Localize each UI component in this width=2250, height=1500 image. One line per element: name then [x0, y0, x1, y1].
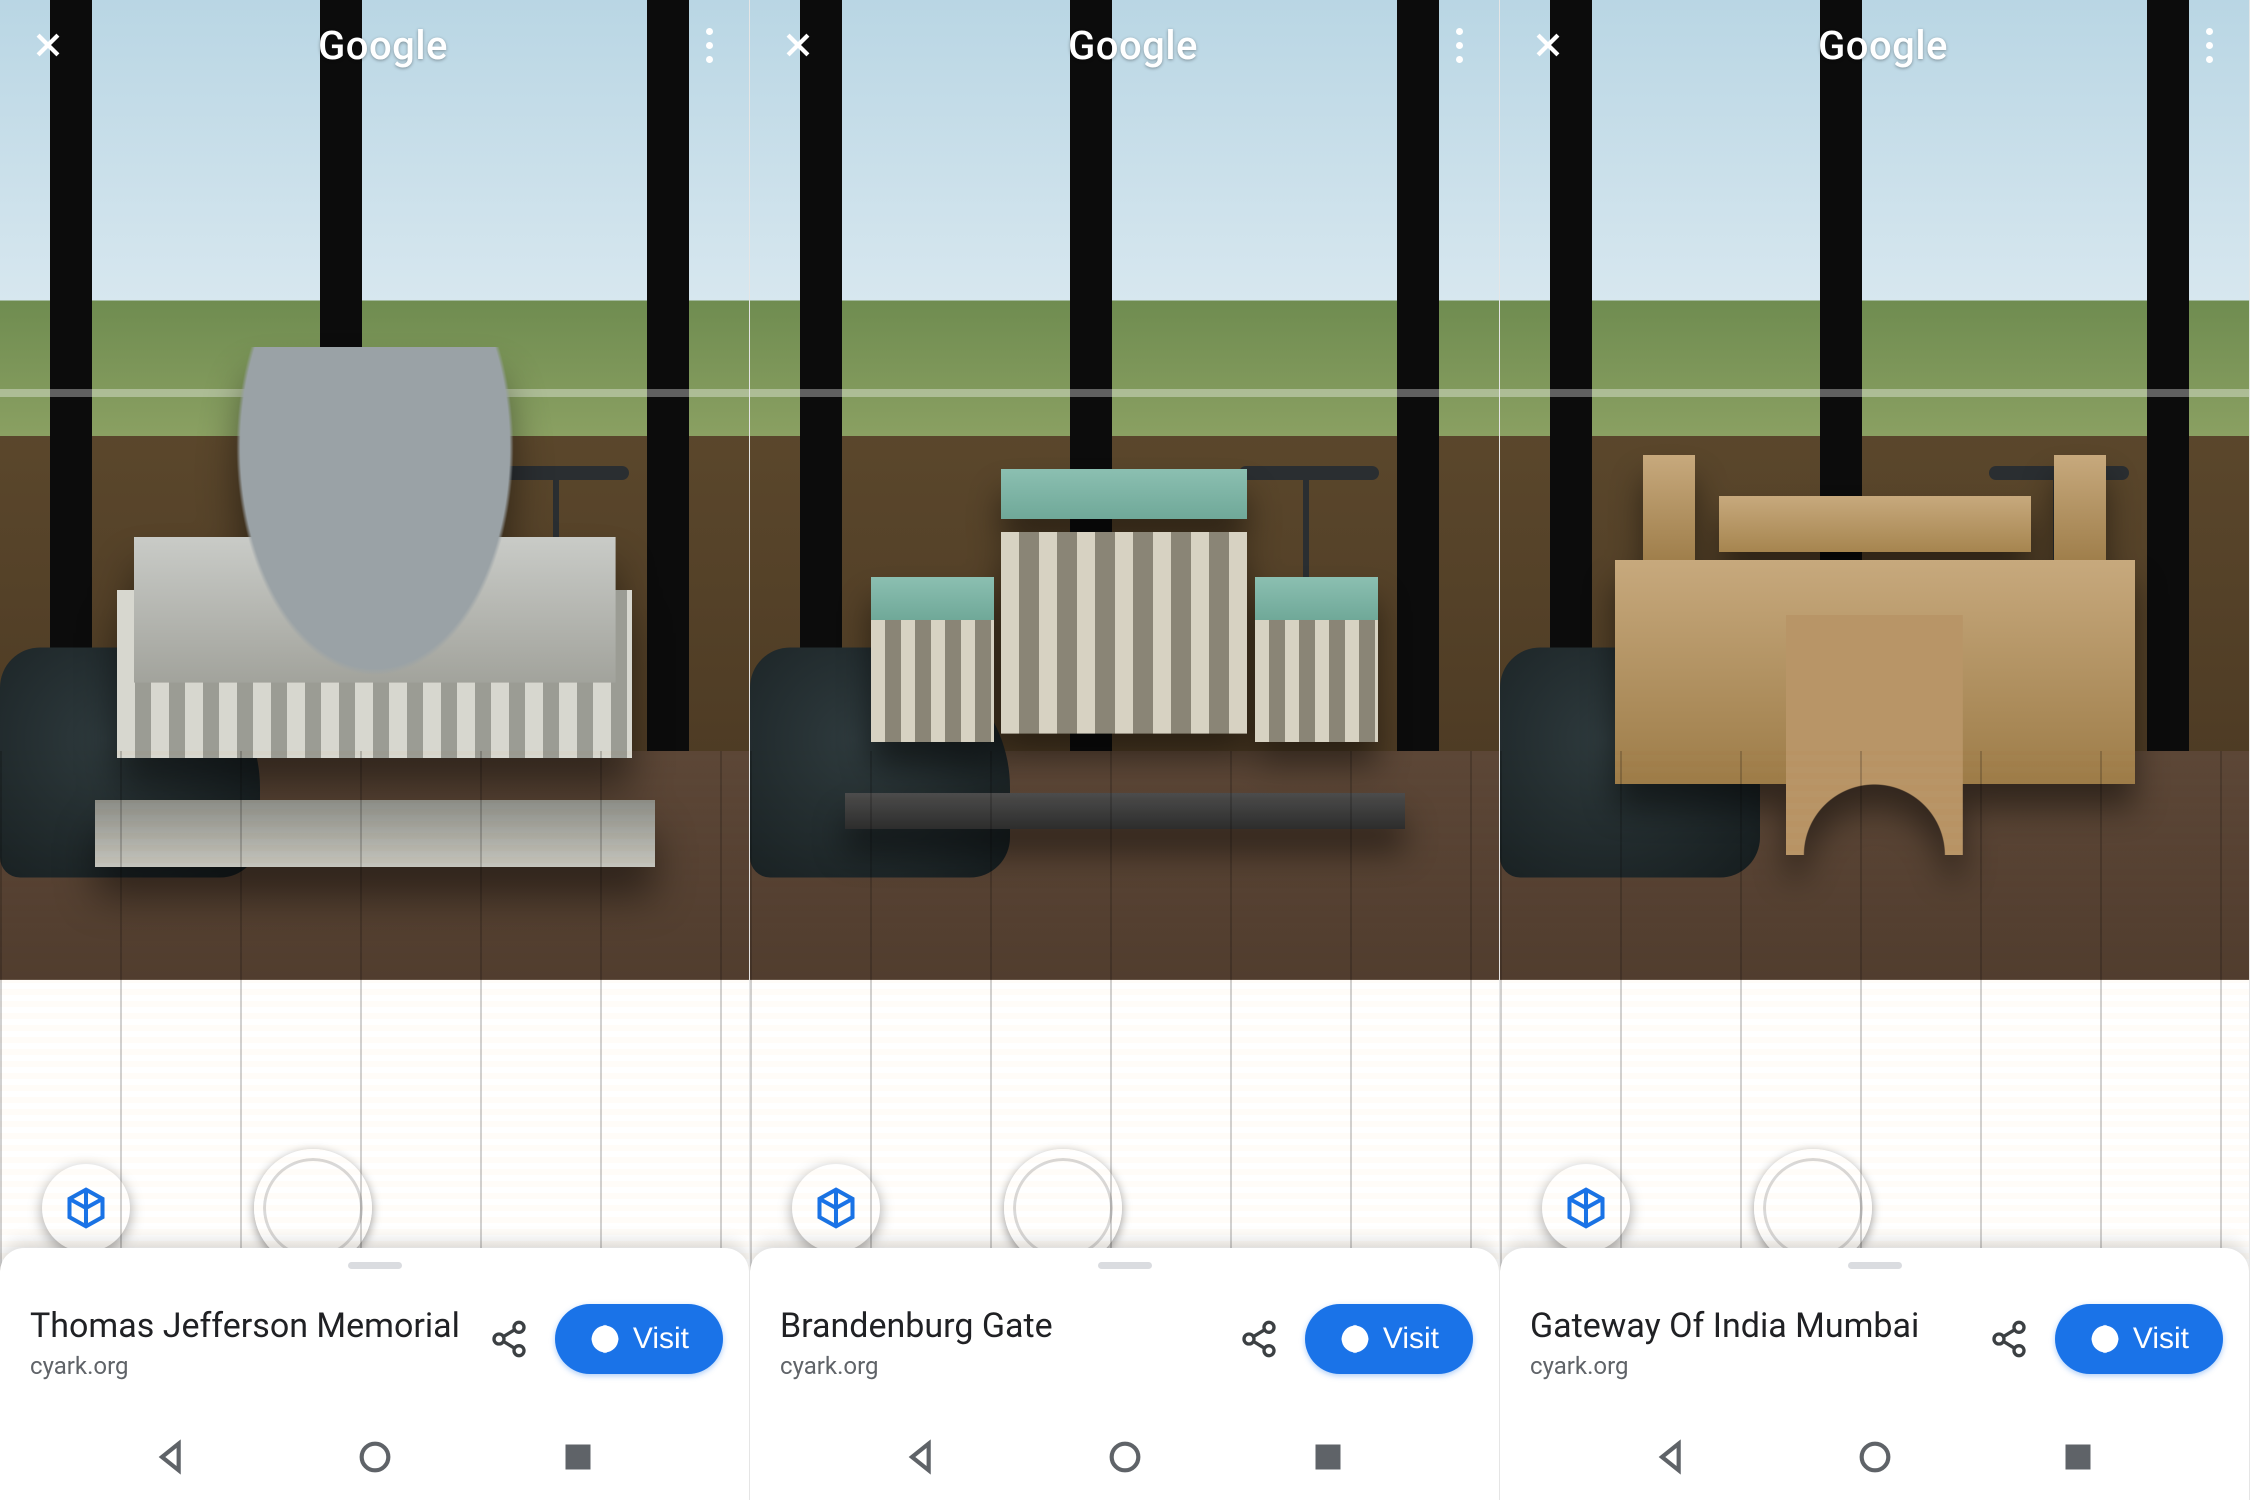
- sheet-drag-handle[interactable]: [1098, 1262, 1152, 1269]
- info-sheet[interactable]: Gateway Of India Mumbai cyark.org Visit: [1500, 1248, 2249, 1418]
- close-icon: [1531, 28, 1565, 62]
- cube-3d-icon: [64, 1186, 108, 1230]
- ar-camera-viewport[interactable]: Google: [0, 0, 749, 1295]
- nav-recent-icon: [2058, 1437, 2098, 1477]
- brand-logo: Google: [1068, 22, 1198, 69]
- share-button[interactable]: [477, 1307, 541, 1371]
- ar-camera-viewport[interactable]: Google: [750, 0, 1499, 1295]
- nav-back-icon: [902, 1437, 942, 1477]
- nav-back-icon: [1652, 1437, 1692, 1477]
- overflow-menu-icon: [2206, 28, 2213, 35]
- ar-screen: Google Thomas Jefferson Memorial cyark.o…: [0, 0, 750, 1500]
- android-nav-bar: [750, 1418, 1499, 1500]
- nav-home-icon: [1855, 1437, 1895, 1477]
- visit-button-label: Visit: [633, 1322, 689, 1356]
- ar-screen: Google Brandenburg Gate cyark.org: [750, 0, 1500, 1500]
- nav-home-icon: [1105, 1437, 1145, 1477]
- ar-screen: Google Gateway Of India Mumbai cyark.org: [1500, 0, 2250, 1500]
- share-icon: [1239, 1319, 1279, 1359]
- nav-recent-icon: [558, 1437, 598, 1477]
- nav-back-icon: [152, 1437, 192, 1477]
- nav-home-button[interactable]: [355, 1437, 395, 1481]
- visit-button[interactable]: Visit: [555, 1304, 723, 1374]
- overflow-menu-button[interactable]: [2198, 20, 2221, 71]
- overflow-menu-button[interactable]: [698, 20, 721, 71]
- overflow-menu-button[interactable]: [1448, 20, 1471, 71]
- share-button[interactable]: [1977, 1307, 2041, 1371]
- nav-recent-button[interactable]: [1308, 1437, 1348, 1481]
- close-button[interactable]: [778, 25, 818, 65]
- nav-home-button[interactable]: [1855, 1437, 1895, 1481]
- sheet-drag-handle[interactable]: [1848, 1262, 1902, 1269]
- cube-3d-icon: [814, 1186, 858, 1230]
- info-sheet[interactable]: Brandenburg Gate cyark.org Visit: [750, 1248, 1499, 1418]
- brand-logo: Google: [1818, 22, 1948, 69]
- overflow-menu-icon: [706, 28, 713, 35]
- close-button[interactable]: [28, 25, 68, 65]
- brand-logo: Google: [318, 22, 448, 69]
- visit-button-label: Visit: [2133, 1322, 2189, 1356]
- android-nav-bar: [1500, 1418, 2249, 1500]
- close-button[interactable]: [1528, 25, 1568, 65]
- close-icon: [31, 28, 65, 62]
- globe-icon: [2089, 1323, 2121, 1355]
- landmark-source: cyark.org: [780, 1352, 1213, 1380]
- nav-recent-button[interactable]: [2058, 1437, 2098, 1481]
- landmark-source: cyark.org: [1530, 1352, 1963, 1380]
- top-bar: Google: [0, 0, 749, 90]
- nav-home-button[interactable]: [1105, 1437, 1145, 1481]
- view-3d-button[interactable]: [792, 1164, 880, 1252]
- view-3d-button[interactable]: [42, 1164, 130, 1252]
- landmark-source: cyark.org: [30, 1352, 463, 1380]
- sheet-drag-handle[interactable]: [348, 1262, 402, 1269]
- info-sheet[interactable]: Thomas Jefferson Memorial cyark.org Visi…: [0, 1248, 749, 1418]
- landmark-title: Thomas Jefferson Memorial: [30, 1306, 463, 1346]
- nav-back-button[interactable]: [152, 1437, 192, 1481]
- nav-back-button[interactable]: [902, 1437, 942, 1481]
- visit-button-label: Visit: [1383, 1322, 1439, 1356]
- nav-back-button[interactable]: [1652, 1437, 1692, 1481]
- landmark-title: Brandenburg Gate: [780, 1306, 1213, 1346]
- landmark-title: Gateway Of India Mumbai: [1530, 1306, 1963, 1346]
- ar-model: [95, 347, 655, 907]
- top-bar: Google: [750, 0, 1499, 90]
- nav-recent-icon: [1308, 1437, 1348, 1477]
- cube-3d-icon: [1564, 1186, 1608, 1230]
- close-icon: [781, 28, 815, 62]
- nav-home-icon: [355, 1437, 395, 1477]
- share-icon: [489, 1319, 529, 1359]
- overflow-menu-icon: [1456, 28, 1463, 35]
- globe-icon: [1339, 1323, 1371, 1355]
- share-icon: [1989, 1319, 2029, 1359]
- android-nav-bar: [0, 1418, 749, 1500]
- globe-icon: [589, 1323, 621, 1355]
- visit-button[interactable]: Visit: [1305, 1304, 1473, 1374]
- ar-camera-viewport[interactable]: Google: [1500, 0, 2249, 1295]
- view-3d-button[interactable]: [1542, 1164, 1630, 1252]
- ar-model: [845, 469, 1405, 829]
- top-bar: Google: [1500, 0, 2249, 90]
- nav-recent-button[interactable]: [558, 1437, 598, 1481]
- share-button[interactable]: [1227, 1307, 1291, 1371]
- visit-button[interactable]: Visit: [2055, 1304, 2223, 1374]
